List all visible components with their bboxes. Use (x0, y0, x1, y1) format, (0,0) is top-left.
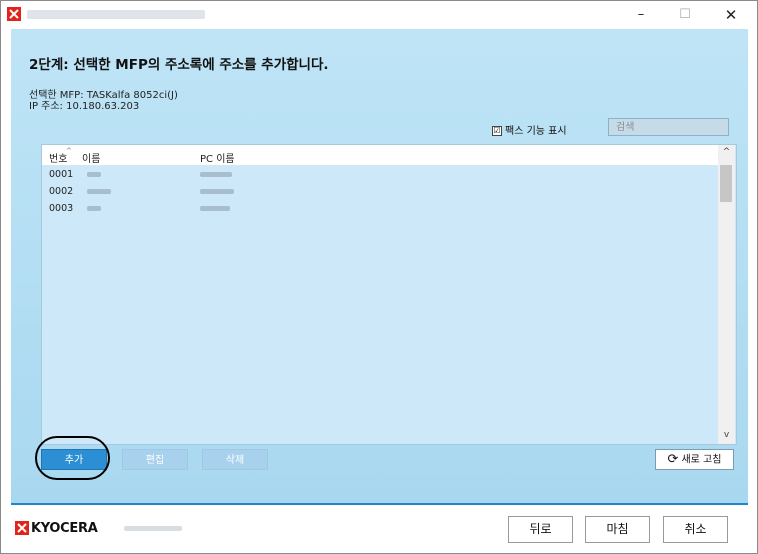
search-input[interactable] (608, 118, 729, 136)
row-number: 0001 (49, 169, 74, 180)
name-redacted (87, 172, 101, 177)
add-button-highlight-circle (35, 436, 110, 480)
kyocera-logo-icon (7, 7, 21, 21)
title-bar: – ☐ ✕ (1, 1, 757, 29)
step-heading: 2단계: 선택한 MFP의 주소록에 주소를 추가합니다. (29, 57, 329, 73)
wizard-content: 2단계: 선택한 MFP의 주소록에 주소를 추가합니다. 선택한 MFP: T… (11, 29, 748, 506)
scroll-thumb[interactable] (720, 165, 732, 202)
list-header: ^ 번호 이름 PC 이름 (42, 145, 718, 166)
row-number: 0003 (49, 203, 74, 214)
fax-checkbox[interactable]: ☑ (492, 126, 502, 136)
sort-arrow-icon: ^ (66, 147, 72, 155)
window-title-redacted (27, 10, 205, 19)
close-button[interactable]: ✕ (709, 1, 753, 29)
scroll-up-icon[interactable]: ^ (718, 147, 735, 157)
version-redacted (124, 526, 182, 531)
pc-name-redacted (200, 189, 234, 194)
vertical-scrollbar[interactable]: ^ v (718, 145, 735, 444)
cancel-button[interactable]: 취소 (663, 516, 728, 543)
table-row[interactable]: 0002 (42, 183, 718, 200)
finish-button[interactable]: 마침 (585, 516, 650, 543)
app-window: – ☐ ✕ 2단계: 선택한 MFP의 주소록에 주소를 추가합니다. 선택한 … (0, 0, 758, 554)
fax-toggle-label: 팩스 기능 표시 (505, 126, 567, 137)
ip-address-label: IP 주소: 10.180.63.203 (29, 101, 140, 112)
table-row[interactable]: 0001 (42, 166, 718, 183)
name-redacted (87, 189, 111, 194)
column-header-number-label: 번호 (49, 154, 68, 165)
refresh-button[interactable]: ⟳ 새로 고침 (655, 449, 734, 470)
name-redacted (87, 206, 101, 211)
minimize-button[interactable]: – (619, 1, 663, 29)
refresh-icon: ⟳ (667, 452, 679, 467)
column-header-name[interactable]: 이름 (82, 150, 100, 165)
scroll-down-icon[interactable]: v (718, 430, 735, 440)
fax-toggle[interactable]: ☑ 팩스 기능 표시 (492, 122, 567, 137)
pc-name-redacted (200, 206, 230, 211)
table-row[interactable]: 0003 (42, 200, 718, 217)
column-header-pc-name[interactable]: PC 이름 (200, 150, 235, 165)
delete-button[interactable]: 삭제 (202, 449, 268, 470)
pc-name-redacted (200, 172, 232, 177)
refresh-label: 새로 고침 (681, 454, 722, 466)
back-button[interactable]: 뒤로 (508, 516, 573, 543)
kyocera-logo-icon (15, 521, 29, 535)
column-header-number[interactable]: ^ 번호 (49, 147, 72, 165)
footer-bar: KYOCERA 뒤로 마침 취소 (1, 505, 757, 553)
maximize-button[interactable]: ☐ (663, 1, 707, 29)
row-number: 0002 (49, 186, 74, 197)
address-list[interactable]: ^ 번호 이름 PC 이름 0001 0002 0003 ^ v (41, 144, 737, 445)
kyocera-logo-text: KYOCERA (31, 521, 98, 536)
edit-button[interactable]: 편집 (122, 449, 188, 470)
